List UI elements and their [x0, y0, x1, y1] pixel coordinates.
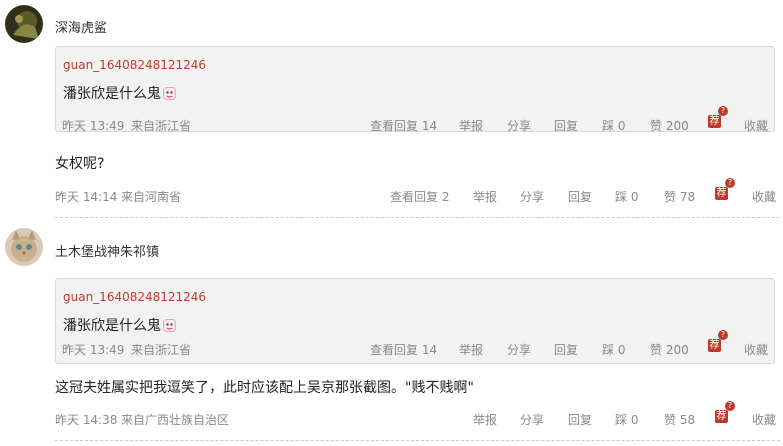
recommend-icon[interactable]: 荐? — [715, 178, 735, 200]
avatar[interactable] — [5, 5, 43, 43]
recommend-icon[interactable]: 荐? — [708, 106, 728, 128]
divider — [55, 217, 780, 218]
recommend-icon[interactable]: 荐? — [715, 401, 735, 423]
reply-button[interactable]: 回复 — [554, 117, 578, 134]
share-button[interactable]: 分享 — [520, 188, 544, 205]
view-replies-link[interactable]: 查看回复 14 — [370, 117, 437, 134]
report-button[interactable]: 举报 — [459, 117, 483, 134]
ghost-emoji-icon — [163, 87, 176, 100]
comment-time: 昨天 14:14 — [55, 190, 118, 204]
like-button[interactable]: 赞 200 — [650, 341, 689, 358]
like-button[interactable]: 赞 58 — [664, 411, 695, 428]
share-button[interactable]: 分享 — [520, 411, 544, 428]
quoted-text: 潘张欣是什么鬼 — [63, 83, 176, 103]
collect-button[interactable]: 收藏 — [744, 341, 768, 358]
quoted-username[interactable]: guan_16408248121246 — [63, 58, 206, 72]
comment-text: 这冠夫姓属实把我逗笑了，此时应该配上吴京那张截图。"贱不贱啊" — [55, 380, 474, 396]
reply-button[interactable]: 回复 — [568, 188, 592, 205]
quoted-text: 潘张欣是什么鬼 — [63, 315, 176, 335]
avatar[interactable] — [5, 228, 43, 266]
username[interactable]: 土木堡战神朱祁镇 — [55, 241, 159, 260]
like-button[interactable]: 赞 200 — [650, 117, 689, 134]
comment-time: 昨天 14:38 — [55, 413, 118, 427]
report-button[interactable]: 举报 — [459, 341, 483, 358]
comment-text: 女权呢? — [55, 156, 105, 172]
report-button[interactable]: 举报 — [473, 188, 497, 205]
divider — [55, 440, 780, 441]
like-button[interactable]: 赞 78 — [664, 188, 695, 205]
view-replies-link[interactable]: 查看回复 14 — [370, 341, 437, 358]
reply-button[interactable]: 回复 — [554, 341, 578, 358]
view-replies-link[interactable]: 查看回复 2 — [390, 188, 449, 205]
collect-button[interactable]: 收藏 — [752, 188, 776, 205]
dislike-button[interactable]: 踩 0 — [602, 117, 625, 134]
collect-button[interactable]: 收藏 — [744, 117, 768, 134]
dislike-button[interactable]: 踩 0 — [615, 411, 638, 428]
avatar-image-icon — [5, 228, 43, 266]
quote-time: 昨天 13:49 — [62, 119, 125, 133]
quoted-username[interactable]: guan_16408248121246 — [63, 290, 206, 304]
quoted-comment: guan_16408248121246 潘张欣是什么鬼 昨天 13:49 来自浙… — [55, 46, 775, 134]
collect-button[interactable]: 收藏 — [752, 411, 776, 428]
share-button[interactable]: 分享 — [507, 341, 531, 358]
username[interactable]: 深海虎鲨 — [55, 17, 107, 36]
dislike-button[interactable]: 踩 0 — [615, 188, 638, 205]
recommend-icon[interactable]: 荐? — [708, 330, 728, 352]
quote-location: 来自浙江省 — [131, 119, 192, 133]
avatar-image-icon — [5, 5, 43, 43]
quoted-comment: guan_16408248121246 潘张欣是什么鬼 昨天 13:49 来自浙… — [55, 278, 775, 364]
quote-location: 来自浙江省 — [131, 343, 192, 357]
reply-button[interactable]: 回复 — [568, 411, 592, 428]
dislike-button[interactable]: 踩 0 — [602, 341, 625, 358]
report-button[interactable]: 举报 — [473, 411, 497, 428]
share-button[interactable]: 分享 — [507, 117, 531, 134]
comment-location: 来自广西壮族自治区 — [121, 413, 230, 427]
quote-time: 昨天 13:49 — [62, 343, 125, 357]
ghost-emoji-icon — [163, 319, 176, 332]
comment-location: 来自河南省 — [121, 190, 182, 204]
